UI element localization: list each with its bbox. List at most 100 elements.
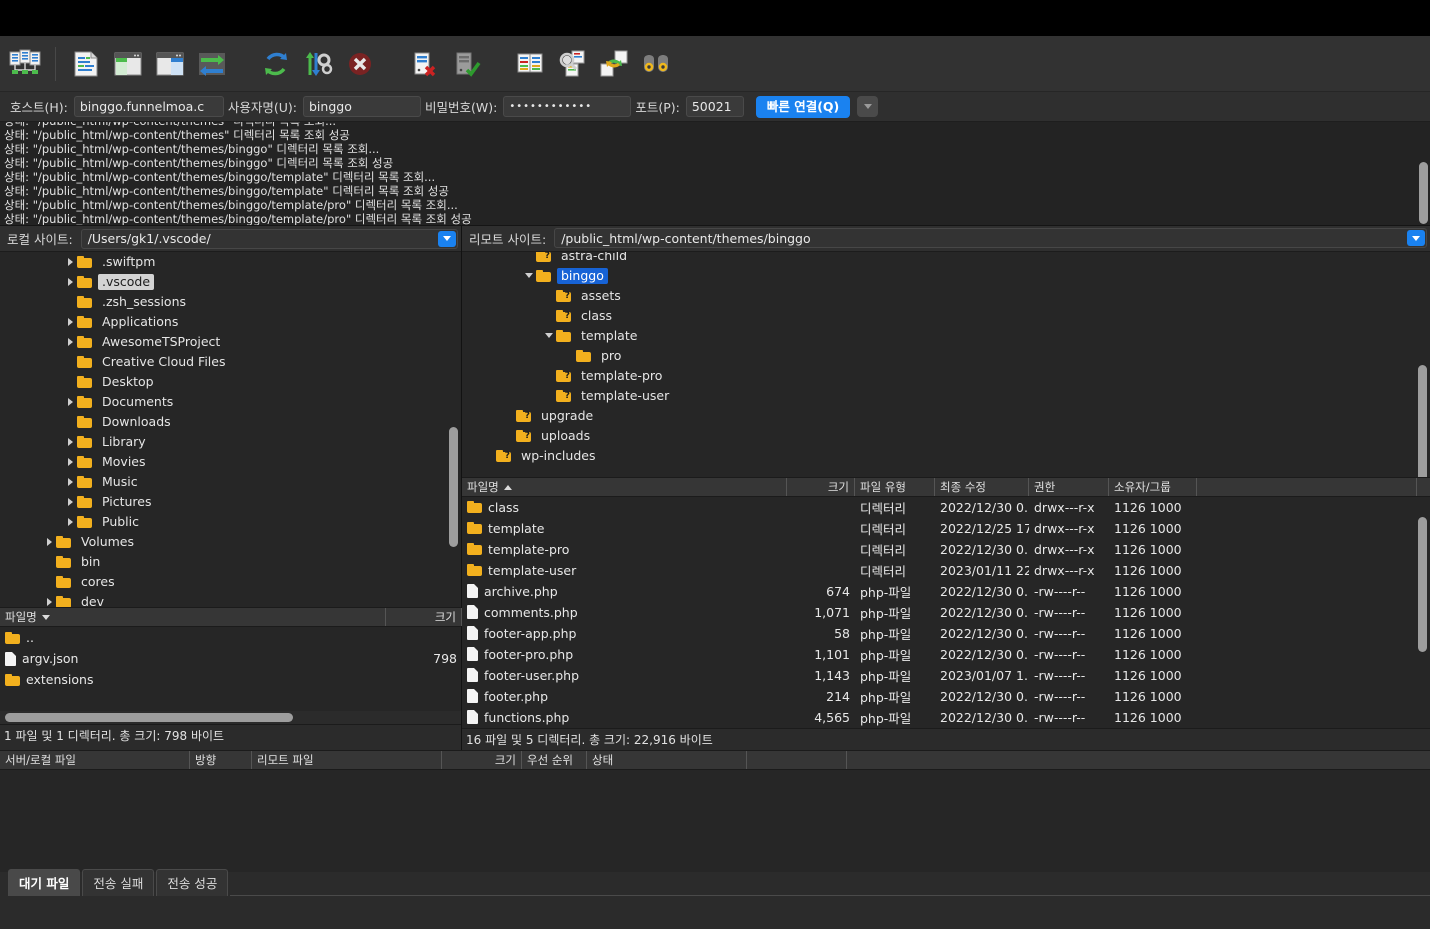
column-header[interactable]: 최종 수정 — [935, 478, 1029, 496]
table-row[interactable]: comments.php 1,071 php-파일 2022/12/30 0... -r… — [462, 602, 1430, 623]
column-header[interactable]: 서버/로컬 파일 — [0, 751, 190, 769]
table-row[interactable]: extensions — [0, 669, 461, 690]
tree-item[interactable]: wp-includes — [462, 446, 1430, 466]
chevron-right-icon[interactable] — [63, 312, 77, 332]
column-header[interactable] — [747, 751, 847, 769]
tree-item[interactable]: .vscode — [0, 272, 461, 292]
refresh-icon[interactable] — [255, 43, 297, 85]
table-row[interactable]: footer-app.php 58 php-파일 2022/12/30 0... -rw… — [462, 623, 1430, 644]
column-header[interactable]: 파일명 — [0, 608, 386, 626]
chevron-right-icon[interactable] — [63, 512, 77, 532]
site-manager-icon[interactable] — [4, 43, 46, 85]
remote-tree-scrollbar-thumb[interactable] — [1418, 364, 1427, 478]
tree-item[interactable]: cores — [0, 572, 461, 592]
toggle-transfer-queue-icon[interactable] — [191, 43, 233, 85]
find-files-icon[interactable] — [635, 43, 677, 85]
queue-tab[interactable]: 전송 성공 — [156, 869, 229, 896]
local-tree-scrollbar-thumb[interactable] — [449, 427, 458, 547]
tree-item[interactable]: class — [462, 306, 1430, 326]
chevron-right-icon[interactable] — [63, 492, 77, 512]
column-header[interactable]: 권한 — [1029, 478, 1109, 496]
reconnect-icon[interactable] — [445, 43, 487, 85]
tree-item[interactable]: template — [462, 326, 1430, 346]
tree-item[interactable]: Desktop — [0, 372, 461, 392]
log-scrollbar-thumb[interactable] — [1419, 162, 1428, 224]
tree-item[interactable]: dev — [0, 592, 461, 607]
tree-item[interactable]: AwesomeTSProject — [0, 332, 461, 352]
remote-directory-tree[interactable]: astra-child binggo assets class template pro t… — [462, 251, 1430, 478]
tree-item[interactable]: assets — [462, 286, 1430, 306]
disconnect-icon[interactable] — [403, 43, 445, 85]
chevron-right-icon[interactable] — [42, 592, 56, 607]
message-log[interactable]: 상태: "/public_html/wp-content/themes" 디렉터… — [0, 122, 1430, 226]
column-header[interactable]: 크기 — [386, 608, 462, 626]
tree-item[interactable]: .zsh_sessions — [0, 292, 461, 312]
tree-item[interactable]: template-user — [462, 386, 1430, 406]
chevron-down-icon[interactable] — [522, 266, 536, 286]
local-path-field[interactable]: /Users/gk1/.vscode/ — [80, 228, 458, 249]
local-hscroll-thumb[interactable] — [5, 713, 293, 722]
chevron-right-icon[interactable] — [63, 252, 77, 272]
password-input[interactable]: •••••••••••• — [503, 96, 632, 117]
table-row[interactable]: template-pro 디렉터리 2022/12/30 0... drwx---r-… — [462, 539, 1430, 560]
table-row[interactable]: template 디렉터리 2022/12/25 17.. drwx---r-x 112… — [462, 518, 1430, 539]
column-header[interactable]: 크기 — [442, 751, 522, 769]
toggle-message-log-icon[interactable] — [65, 43, 107, 85]
local-file-list[interactable]: .. argv.json 798 extensions — [0, 627, 461, 711]
remote-file-list[interactable]: class 디렉터리 2022/12/30 0... drwx---r-x 1126 1… — [462, 496, 1430, 729]
queue-tab[interactable]: 전송 실패 — [82, 869, 155, 896]
column-header[interactable]: 크기 — [787, 478, 855, 496]
column-header[interactable]: 파일 유형 — [855, 478, 935, 496]
column-header[interactable]: 리모트 파일 — [252, 751, 442, 769]
column-header[interactable]: 우선 순위 — [522, 751, 587, 769]
table-row[interactable]: footer-pro.php 1,101 php-파일 2022/12/30 0...… — [462, 644, 1430, 665]
tree-item[interactable]: Documents — [0, 392, 461, 412]
quickconnect-button[interactable]: 빠른 연결(Q) — [755, 95, 851, 118]
chevron-right-icon[interactable] — [63, 432, 77, 452]
queue-list[interactable] — [0, 770, 1430, 872]
column-header[interactable]: 상태 — [587, 751, 747, 769]
local-horizontal-scrollbar[interactable] — [0, 711, 461, 724]
table-row[interactable]: archive.php 674 php-파일 2022/12/30 0... -rw--… — [462, 581, 1430, 602]
tree-item[interactable]: Movies — [0, 452, 461, 472]
toggle-remote-tree-icon[interactable] — [149, 43, 191, 85]
tree-item[interactable]: Downloads — [0, 412, 461, 432]
chevron-right-icon[interactable] — [63, 392, 77, 412]
chevron-down-icon[interactable] — [542, 326, 556, 346]
tree-item[interactable]: Library — [0, 432, 461, 452]
column-header[interactable]: 방향 — [190, 751, 252, 769]
table-row[interactable]: footer-user.php 1,143 php-파일 2023/01/07 1..… — [462, 665, 1430, 686]
column-header[interactable]: 파일명 — [462, 478, 787, 496]
tree-item[interactable]: .swiftpm — [0, 252, 461, 272]
table-row[interactable]: template-user 디렉터리 2023/01/11 22.. drwx---r… — [462, 560, 1430, 581]
remote-list-scrollbar-thumb[interactable] — [1418, 516, 1427, 652]
username-input[interactable]: binggo — [303, 96, 421, 117]
tree-item[interactable]: Pictures — [0, 492, 461, 512]
tree-item[interactable]: Music — [0, 472, 461, 492]
chevron-right-icon[interactable] — [63, 452, 77, 472]
tree-item[interactable]: bin — [0, 552, 461, 572]
local-path-dropdown-icon[interactable] — [438, 230, 456, 247]
tree-item[interactable]: template-pro — [462, 366, 1430, 386]
tree-item[interactable]: uploads — [462, 426, 1430, 446]
tree-item[interactable]: upgrade — [462, 406, 1430, 426]
tree-item[interactable]: Creative Cloud Files — [0, 352, 461, 372]
column-header[interactable] — [1197, 478, 1417, 496]
local-directory-tree[interactable]: .swiftpm .vscode .zsh_sessions Applications… — [0, 252, 461, 607]
process-queue-icon[interactable] — [297, 43, 339, 85]
table-row[interactable]: .. — [0, 627, 461, 648]
table-row[interactable]: footer.php 214 php-파일 2022/12/30 0... -rw---… — [462, 686, 1430, 707]
tree-item[interactable]: pro — [462, 346, 1430, 366]
compare-directories-icon[interactable] — [551, 43, 593, 85]
queue-tab[interactable]: 대기 파일 — [8, 869, 81, 896]
synchronized-browsing-icon[interactable] — [593, 43, 635, 85]
table-row[interactable]: argv.json 798 — [0, 648, 461, 669]
remote-path-field[interactable]: /public_html/wp-content/themes/binggo — [554, 228, 1427, 249]
quickconnect-history-dropdown-icon[interactable] — [857, 96, 879, 117]
table-row[interactable]: functions.php 4,565 php-파일 2022/12/30 0... -… — [462, 707, 1430, 728]
toggle-local-tree-icon[interactable] — [107, 43, 149, 85]
tree-item[interactable]: astra-child — [462, 251, 1430, 266]
chevron-right-icon[interactable] — [42, 532, 56, 552]
tree-item[interactable]: Applications — [0, 312, 461, 332]
host-input[interactable]: binggo.funnelmoa.c — [73, 96, 224, 117]
